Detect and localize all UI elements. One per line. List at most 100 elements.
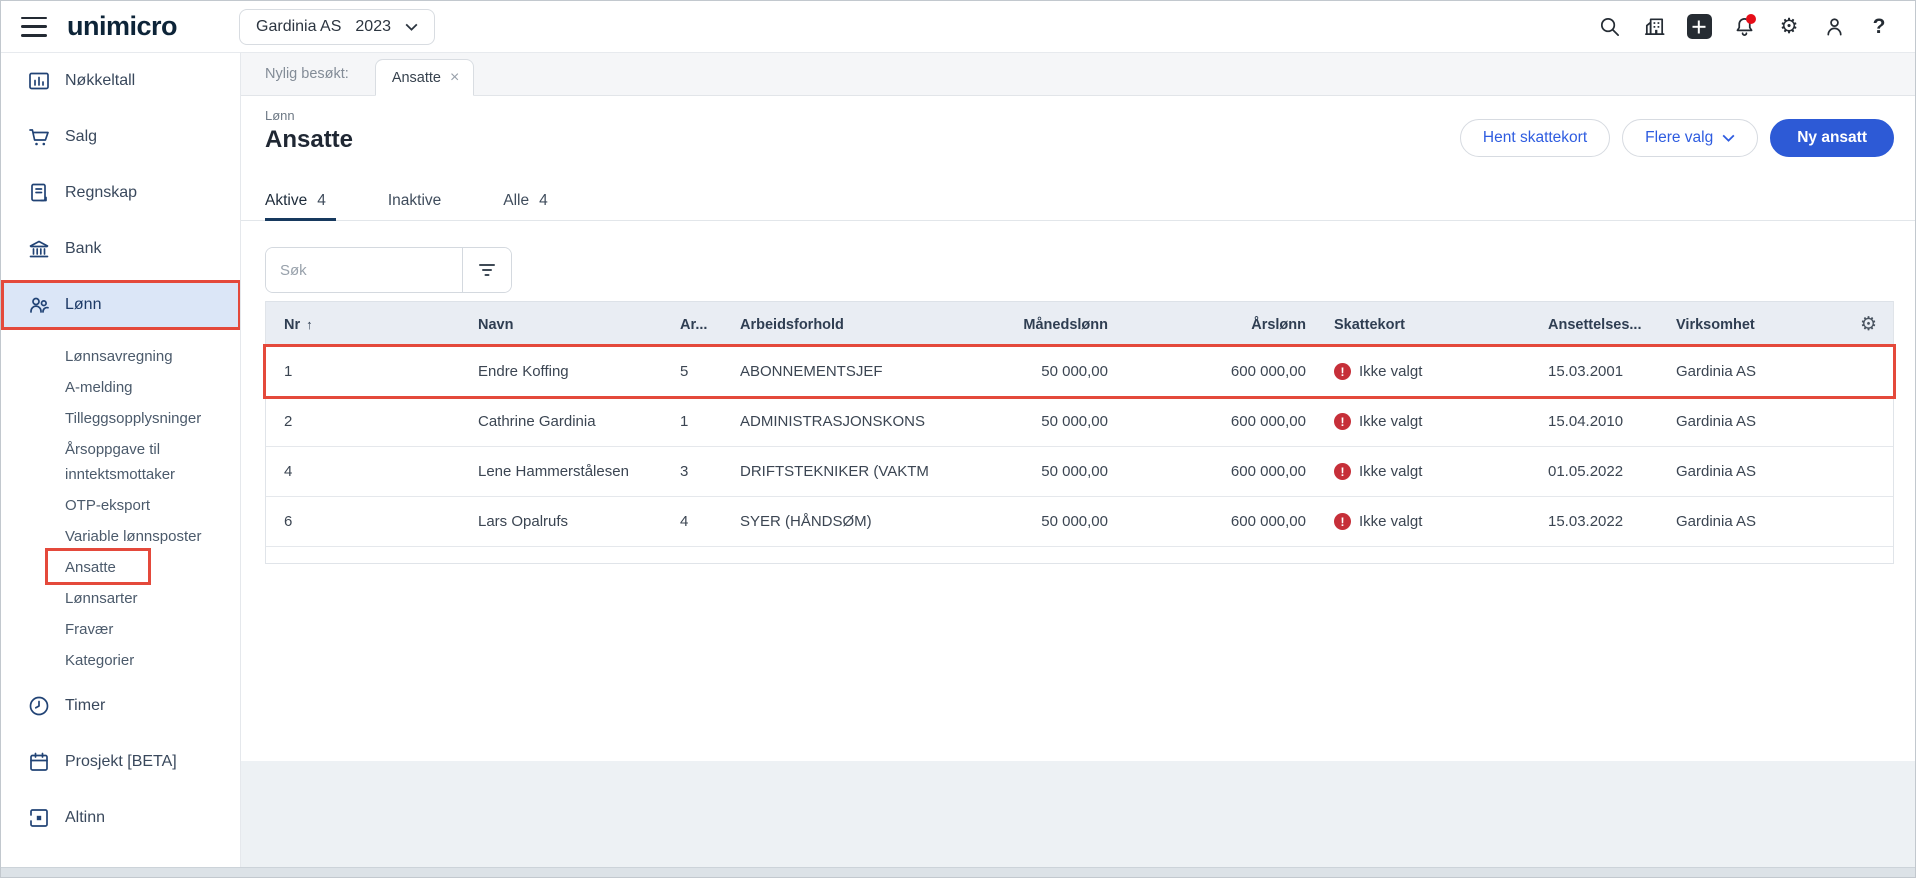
filter-button[interactable] <box>462 248 511 292</box>
app-window: unimicro Gardinia AS 2023 ⚙ ? Nøkkeltall… <box>0 0 1916 878</box>
alert-icon: ! <box>1334 363 1351 380</box>
sidebar-item-label: Prosjekt [BETA] <box>65 753 177 770</box>
app-body: Nøkkeltall Salg Regnskap Bank Lønn Lønns… <box>1 53 1915 867</box>
sidebar-item-timer[interactable]: Timer <box>1 678 240 734</box>
sidebar-item-bank[interactable]: Bank <box>1 221 240 277</box>
column-header-arslonn[interactable]: Årslønn <box>1108 317 1306 333</box>
settings-gear-icon[interactable]: ⚙ <box>1775 13 1803 41</box>
altinn-icon <box>27 806 51 830</box>
submenu-item-a-melding[interactable]: A-melding <box>1 372 240 403</box>
submenu-item-lonnsavregning[interactable]: Lønnsavregning <box>1 341 240 372</box>
close-icon[interactable]: × <box>450 69 459 87</box>
sidebar-item-lonn[interactable]: Lønn <box>1 277 240 333</box>
table-footer-spacer <box>266 547 1893 563</box>
tab-count: 4 <box>317 191 326 209</box>
help-icon[interactable]: ? <box>1865 13 1893 41</box>
shopping-cart-icon <box>27 125 51 149</box>
sidebar-item-label: Altinn <box>65 809 106 826</box>
topbar: unimicro Gardinia AS 2023 ⚙ ? <box>1 1 1915 53</box>
table-row-lene-hammerstalesen[interactable]: 4 Lene Hammerstålesen 3 DRIFTSTEKNIKER (… <box>266 447 1893 497</box>
filter-tabs: Aktive 4 Inaktive Alle 4 <box>241 181 1915 221</box>
sidebar-item-label: Nøkkeltall <box>65 72 136 89</box>
notification-badge <box>1746 13 1756 24</box>
recently-visited-bar: Nylig besøkt: Ansatte × <box>241 53 1915 96</box>
user-profile-icon[interactable] <box>1820 13 1848 41</box>
table-row-endre-koffing[interactable]: 1 Endre Koffing 5 ABONNEMENTSJEF 50 000,… <box>263 344 1896 399</box>
tab-count: 4 <box>539 191 548 209</box>
sidebar-item-nokkeltall[interactable]: Nøkkeltall <box>1 53 240 109</box>
topbar-icons: ⚙ ? <box>1595 13 1893 41</box>
flere-valg-button[interactable]: Flere valg <box>1622 119 1759 157</box>
table-row-lars-opalrufs[interactable]: 6 Lars Opalrufs 4 SYER (HÅNDSØM) 50 000,… <box>266 497 1893 547</box>
recently-visited-label: Nylig besøkt: <box>265 66 349 82</box>
submenu-item-fravaer[interactable]: Fravær <box>1 614 240 645</box>
filter-icon <box>479 264 495 276</box>
employees-table: Nr ↑ Navn Ar... Arbeidsforhold Månedslønn… <box>263 301 1896 564</box>
submenu-item-ansatte[interactable]: Ansatte <box>1 552 240 583</box>
submenu-item-otp-eksport[interactable]: OTP-eksport <box>1 490 240 521</box>
document-icon <box>27 181 51 205</box>
alert-icon: ! <box>1334 513 1351 530</box>
submenu-item-arsoppgave[interactable]: Årsoppgave til inntektsmottaker <box>1 434 240 490</box>
quick-create-icon[interactable] <box>1685 13 1713 41</box>
page-header: Lønn Ansatte Hent skattekort Flere valg … <box>241 96 1915 181</box>
alert-icon: ! <box>1334 413 1351 430</box>
column-settings-gear-icon[interactable]: ⚙ <box>1860 313 1877 336</box>
plus-icon <box>1686 14 1712 39</box>
company-name: Gardinia AS <box>256 17 342 35</box>
hent-skattekort-button[interactable]: Hent skattekort <box>1459 119 1611 157</box>
unimicro-logo: unimicro <box>67 11 178 41</box>
content-background <box>241 761 1915 867</box>
column-header-navn[interactable]: Navn <box>462 317 662 333</box>
column-header-virksomhet[interactable]: Virksomhet <box>1649 317 1839 333</box>
alert-icon: ! <box>1334 463 1351 480</box>
clock-icon <box>27 694 51 718</box>
sidebar-item-label: Lønn <box>65 296 102 313</box>
submenu-item-lonnsarter[interactable]: Lønnsarter <box>1 583 240 614</box>
gear-glyph: ⚙ <box>1779 15 1799 38</box>
sidebar-item-regnskap[interactable]: Regnskap <box>1 165 240 221</box>
search-icon[interactable] <box>1595 13 1623 41</box>
submenu-item-variable-lonnsposter[interactable]: Variable lønnsposter <box>1 521 240 552</box>
submenu-item-tilleggsopplysninger[interactable]: Tilleggsopplysninger <box>1 403 240 434</box>
page-actions: Hent skattekort Flere valg Ny ansatt <box>1459 119 1894 157</box>
sidebar-item-label: Salg <box>65 128 98 145</box>
tab-inaktive[interactable]: Inaktive <box>388 181 451 220</box>
sidebar-item-label: Regnskap <box>65 184 138 201</box>
main-content: Nylig besøkt: Ansatte × Lønn Ansatte Hen… <box>241 53 1915 867</box>
ny-ansatt-button[interactable]: Ny ansatt <box>1770 119 1894 157</box>
sidebar-item-prosjekt[interactable]: Prosjekt [BETA] <box>1 734 240 790</box>
submenu-item-kategorier[interactable]: Kategorier <box>1 645 240 676</box>
company-building-icon[interactable] <box>1640 13 1668 41</box>
page-title: Ansatte <box>265 126 354 153</box>
chevron-down-icon <box>1722 134 1735 142</box>
sidebar-item-altinn[interactable]: Altinn <box>1 790 240 846</box>
hamburger-menu-button[interactable] <box>21 16 47 37</box>
sidebar: Nøkkeltall Salg Regnskap Bank Lønn Lønns… <box>1 53 241 867</box>
recent-tab-ansatte[interactable]: Ansatte × <box>374 59 475 96</box>
page-title-block: Lønn Ansatte <box>265 106 353 154</box>
column-header-nr[interactable]: Nr ↑ <box>266 317 462 333</box>
column-header-arbeidsforhold[interactable]: Arbeidsforhold <box>724 317 964 333</box>
tab-alle[interactable]: Alle 4 <box>503 181 557 220</box>
column-header-ar[interactable]: Ar... <box>662 317 724 333</box>
notifications-bell-icon[interactable] <box>1730 13 1758 41</box>
recent-tab-label: Ansatte <box>391 69 441 86</box>
tab-aktive[interactable]: Aktive 4 <box>265 181 336 221</box>
company-year: 2023 <box>355 17 391 35</box>
table-row-cathrine-gardinia[interactable]: 2 Cathrine Gardinia 1 ADMINISTRASJONSKON… <box>266 397 1893 447</box>
table-toolbar <box>241 247 1915 293</box>
sidebar-bottom-group: Timer Prosjekt [BETA] Altinn <box>1 678 240 846</box>
chevron-down-icon <box>405 23 418 31</box>
column-header-manedslonn[interactable]: Månedslønn <box>964 317 1108 333</box>
sidebar-item-salg[interactable]: Salg <box>1 109 240 165</box>
breadcrumb: Lønn <box>265 108 295 123</box>
bank-icon <box>27 237 51 261</box>
sidebar-item-label: Bank <box>65 240 102 257</box>
lonn-submenu: Lønnsavregning A-melding Tilleggsopplysn… <box>1 341 240 676</box>
search-input[interactable] <box>266 248 462 292</box>
column-header-skattekort[interactable]: Skattekort <box>1306 317 1521 333</box>
company-year-selector[interactable]: Gardinia AS 2023 <box>239 8 435 45</box>
sidebar-item-label: Timer <box>65 697 106 714</box>
column-header-ansettelsesdato[interactable]: Ansettelses... <box>1521 317 1649 333</box>
